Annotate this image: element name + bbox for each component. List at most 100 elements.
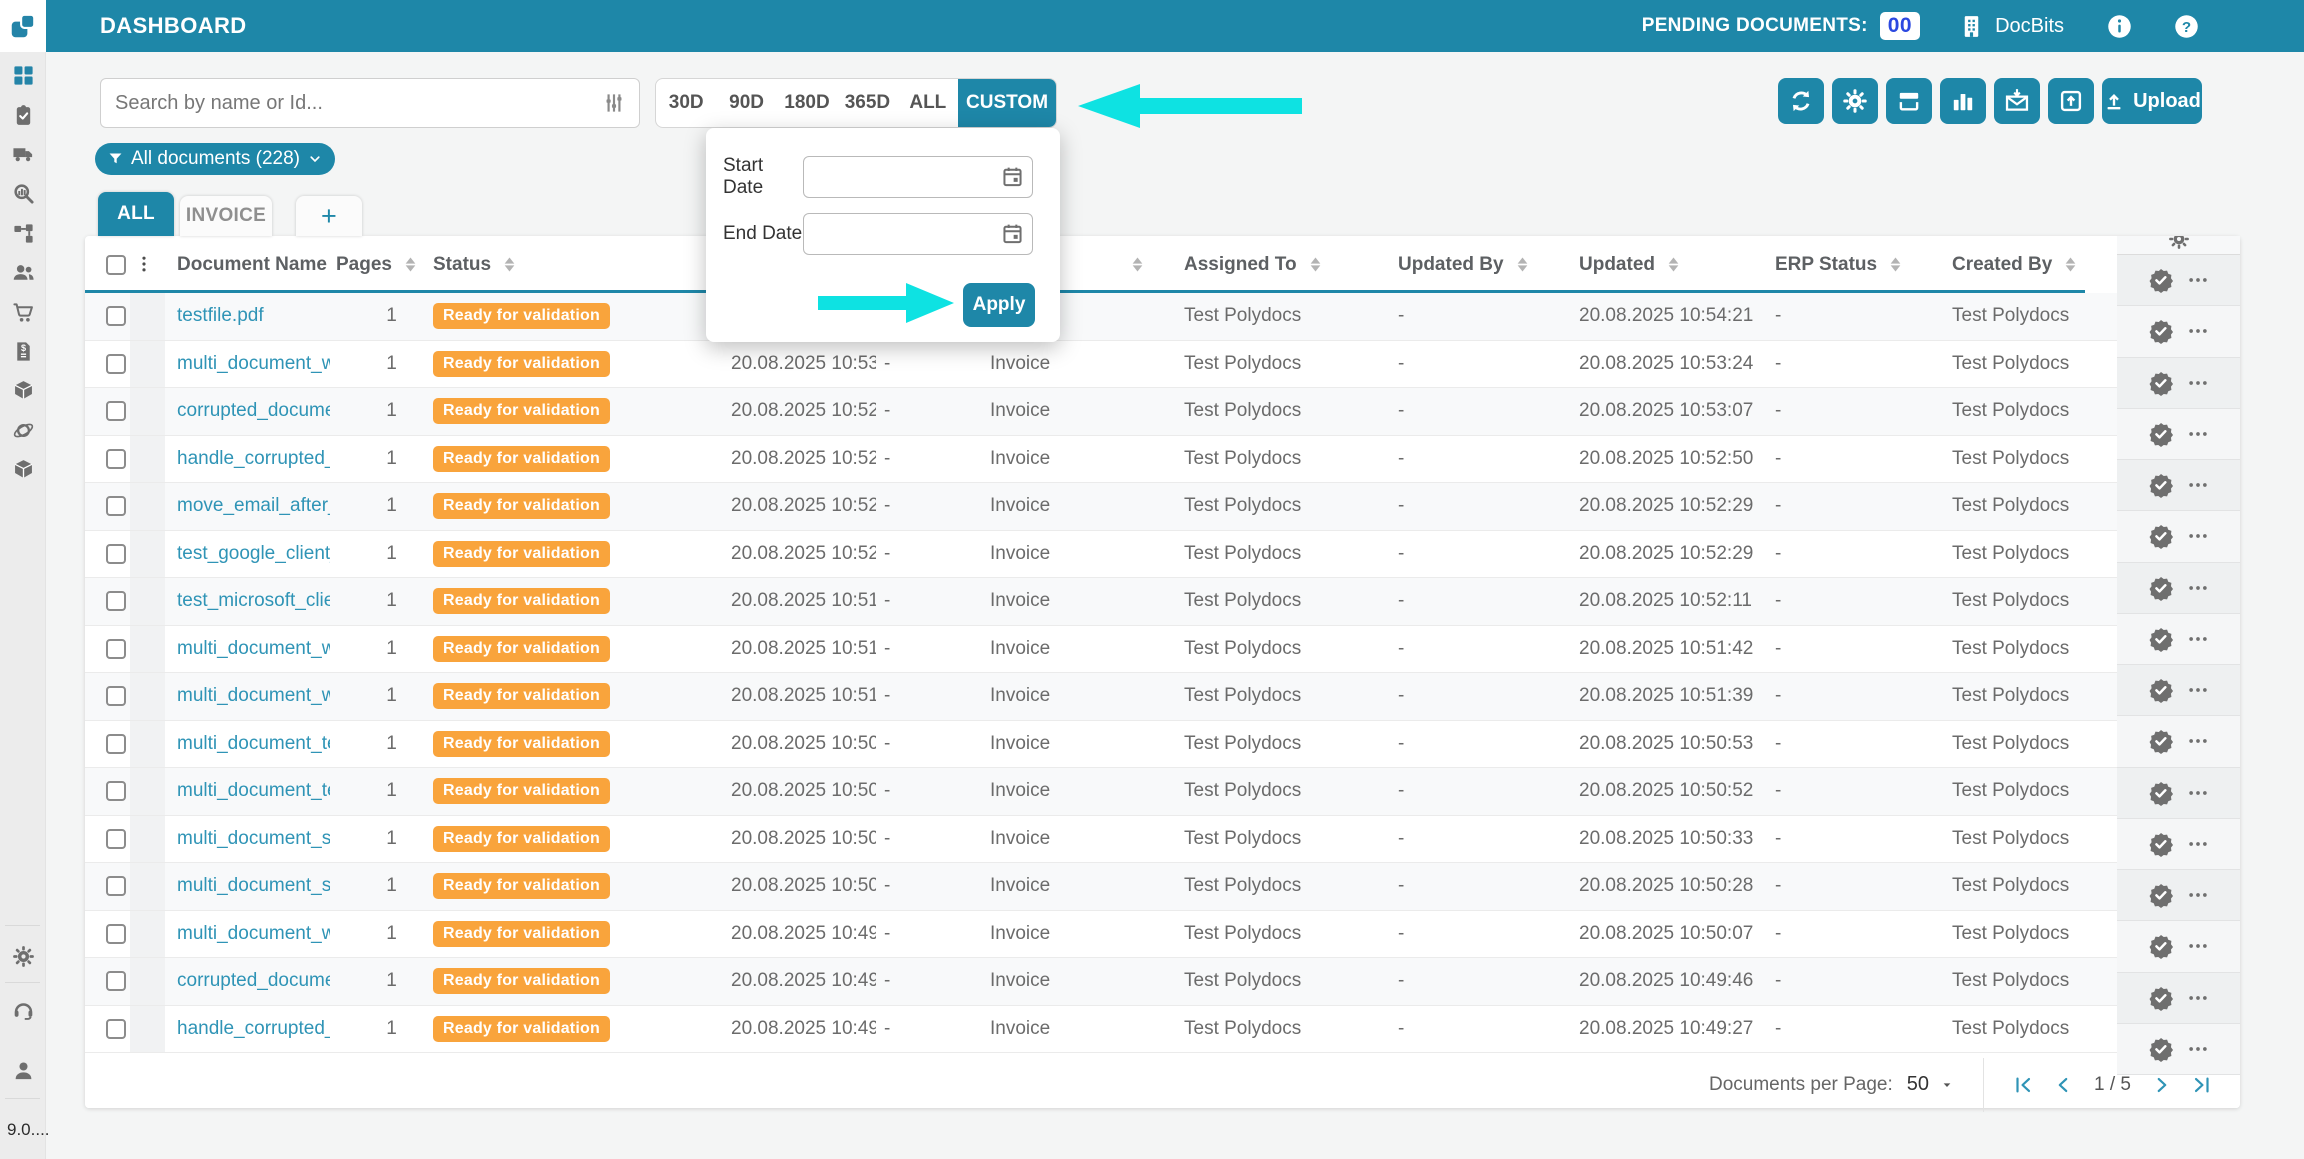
column-header-assigned-to[interactable]: Assigned To [1160, 236, 1390, 293]
more-menu-icon[interactable] [2187, 730, 2209, 752]
sidebar-item-support[interactable] [0, 990, 46, 1030]
more-menu-icon[interactable] [2187, 474, 2209, 496]
row-checkbox[interactable] [106, 829, 126, 849]
row-checkbox[interactable] [106, 354, 126, 374]
more-menu-icon[interactable] [2187, 935, 2209, 957]
apply-button[interactable]: Apply [963, 283, 1035, 327]
tab-add[interactable]: + [296, 196, 362, 236]
settings-button[interactable] [1832, 78, 1878, 124]
row-checkbox[interactable] [106, 971, 126, 991]
document-name-link[interactable]: multi_document_test... [177, 780, 330, 802]
row-checkbox[interactable] [106, 781, 126, 801]
start-date-input[interactable] [803, 156, 1033, 198]
more-menu-icon[interactable] [2187, 782, 2209, 804]
column-settings-gear-icon[interactable] [2168, 236, 2190, 254]
document-name-link[interactable]: corrupted_document... [177, 400, 330, 422]
refresh-button[interactable] [1778, 78, 1824, 124]
more-menu-icon[interactable] [2187, 884, 2209, 906]
more-menu-icon[interactable] [2187, 577, 2209, 599]
row-checkbox[interactable] [106, 544, 126, 564]
row-checkbox[interactable] [106, 924, 126, 944]
prev-page-button[interactable] [2052, 1074, 2074, 1096]
document-name-link[interactable]: multi_document_test... [177, 733, 330, 755]
sidebar-item-users[interactable] [0, 253, 46, 292]
erp-status-badge-icon[interactable] [2148, 728, 2174, 754]
upload-button[interactable]: Upload [2102, 78, 2202, 124]
sidebar-item-profile[interactable] [0, 1050, 46, 1090]
select-all-checkbox[interactable] [106, 255, 126, 275]
erp-status-badge-icon[interactable] [2148, 831, 2174, 857]
document-name-link[interactable]: multi_document_with... [177, 923, 330, 945]
more-menu-icon[interactable] [2187, 423, 2209, 445]
export-box-button[interactable] [2048, 78, 2094, 124]
sidebar-item-settings[interactable] [0, 934, 46, 978]
more-menu-icon[interactable] [2187, 987, 2209, 1009]
erp-status-badge-icon[interactable] [2148, 933, 2174, 959]
sidebar-item-packages[interactable] [0, 371, 46, 410]
row-checkbox[interactable] [106, 306, 126, 326]
sidebar-item-invoices[interactable]: $ [0, 332, 46, 371]
more-menu-icon[interactable] [2187, 628, 2209, 650]
more-menu-icon[interactable] [2187, 525, 2209, 547]
document-name-link[interactable]: corrupted_document... [177, 970, 330, 992]
document-name-link[interactable]: test_microsoft_client... [177, 590, 330, 612]
next-page-button[interactable] [2151, 1074, 2173, 1096]
erp-status-badge-icon[interactable] [2148, 421, 2174, 447]
sidebar-item-dashboard[interactable] [0, 56, 46, 95]
row-checkbox[interactable] [106, 686, 126, 706]
document-name-link[interactable]: multi_document_with... [177, 353, 330, 375]
row-checkbox[interactable] [106, 449, 126, 469]
column-header-status[interactable]: Status [425, 236, 715, 293]
row-checkbox[interactable] [106, 401, 126, 421]
erp-status-badge-icon[interactable] [2148, 780, 2174, 806]
erp-status-badge-icon[interactable] [2148, 882, 2174, 908]
document-name-link[interactable]: multi_document_with... [177, 638, 330, 660]
app-logo[interactable] [0, 0, 46, 52]
erp-status-badge-icon[interactable] [2148, 575, 2174, 601]
column-header-pages[interactable]: Pages [330, 236, 425, 293]
erp-status-badge-icon[interactable] [2148, 985, 2174, 1011]
more-menu-icon[interactable] [2187, 1038, 2209, 1060]
row-checkbox[interactable] [106, 639, 126, 659]
search-input[interactable] [101, 92, 601, 115]
more-menu-icon[interactable] [2187, 833, 2209, 855]
kebab-menu-icon[interactable] [134, 254, 154, 276]
erp-status-badge-icon[interactable] [2148, 318, 2174, 344]
row-checkbox[interactable] [106, 591, 126, 611]
more-menu-icon[interactable] [2187, 269, 2209, 291]
documents-filter-dropdown[interactable]: All documents (228) [95, 143, 335, 175]
column-header-created-by[interactable]: Created By [1930, 236, 2085, 293]
document-name-link[interactable]: move_email_after_im... [177, 495, 330, 517]
erp-status-badge-icon[interactable] [2148, 523, 2174, 549]
erp-status-badge-icon[interactable] [2148, 370, 2174, 396]
calendar-icon[interactable] [1001, 165, 1024, 188]
range-365d-button[interactable]: 365D [837, 79, 897, 127]
sidebar-item-analytics-search[interactable] [0, 174, 46, 213]
more-menu-icon[interactable] [2187, 320, 2209, 342]
column-header-updated-by[interactable]: Updated By [1390, 236, 1545, 293]
end-date-input[interactable] [803, 213, 1033, 255]
scan-button[interactable] [1886, 78, 1932, 124]
range-all-button[interactable]: ALL [898, 79, 958, 127]
row-checkbox[interactable] [106, 1019, 126, 1039]
last-page-button[interactable] [2191, 1074, 2213, 1096]
tab-all[interactable]: ALL [98, 192, 174, 236]
first-page-button[interactable] [2012, 1074, 2034, 1096]
document-name-link[interactable]: multi_document_sam... [177, 875, 330, 897]
row-checkbox[interactable] [106, 734, 126, 754]
per-page-caret-icon[interactable] [1939, 1077, 1955, 1093]
row-checkbox[interactable] [106, 496, 126, 516]
sidebar-item-shipping[interactable] [0, 135, 46, 174]
tab-invoice[interactable]: INVOICE [180, 196, 272, 236]
range-30d-button[interactable]: 30D [656, 79, 716, 127]
help-icon[interactable]: ? [2173, 13, 2200, 40]
sidebar-item-inventory[interactable] [0, 450, 46, 489]
more-menu-icon[interactable] [2187, 679, 2209, 701]
per-page-value[interactable]: 50 [1907, 1073, 1929, 1096]
row-checkbox[interactable] [106, 876, 126, 896]
document-name-link[interactable]: multi_document_sam... [177, 828, 330, 850]
range-90d-button[interactable]: 90D [716, 79, 776, 127]
sidebar-item-integrations[interactable] [0, 411, 46, 450]
document-name-link[interactable]: handle_corrupted_file... [177, 1018, 330, 1040]
range-180d-button[interactable]: 180D [777, 79, 837, 127]
